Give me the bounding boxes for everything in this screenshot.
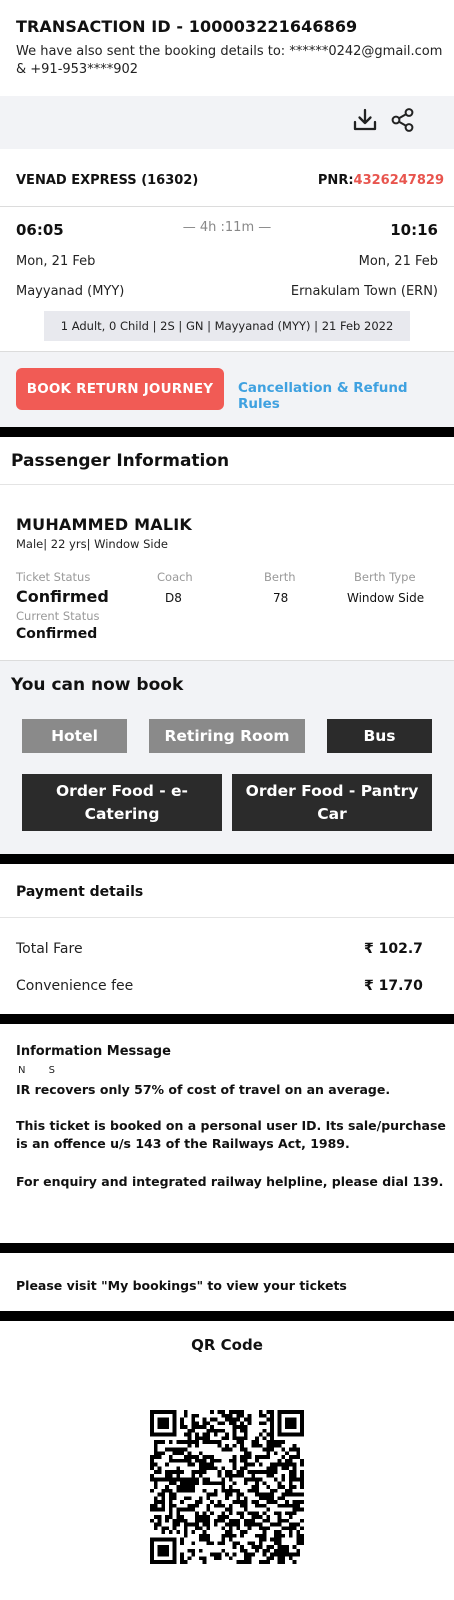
order-food-pantry-label: Order Food - Pantry Car (245, 781, 419, 823)
ticket-actions-bar (0, 96, 454, 149)
train-name: VENAD EXPRESS (16302) (16, 173, 199, 188)
arrival-station: Ernakulam Town (ERN) (290, 284, 438, 299)
qr-code-heading: QR Code (191, 1336, 263, 1354)
total-fare-label: Total Fare (16, 941, 83, 957)
booking-summary: 1 Adult, 0 Child | 2S | GN | Mayyanad (M… (44, 311, 410, 341)
current-status-label: Current Status (16, 609, 100, 623)
download-icon[interactable] (351, 106, 379, 134)
book-return-journey-button[interactable]: BOOK RETURN JOURNEY (16, 368, 224, 410)
train-header: VENAD EXPRESS (16302) PNR:4326247829 (0, 149, 454, 207)
order-food-pantry-button[interactable]: Order Food - Pantry Car (232, 774, 432, 831)
arrival-date: Mon, 21 Feb (358, 254, 438, 269)
bus-button[interactable]: Bus (327, 719, 432, 753)
passenger-name: MUHAMMED MALIK (16, 515, 192, 534)
section-divider (0, 854, 454, 864)
convenience-fee-label: Convenience fee (16, 978, 134, 994)
book-more-heading: You can now book (11, 675, 184, 695)
booking-contact-note: We have also sent the booking details to… (16, 44, 443, 77)
journey-duration: — 4h :11m — (182, 220, 272, 235)
arrival-time: 10:16 (390, 221, 438, 239)
hotel-button[interactable]: Hotel (22, 719, 127, 753)
info-message-line: This ticket is booked on a personal user… (16, 1118, 446, 1151)
my-bookings-note: Please visit "My bookings" to view your … (16, 1278, 347, 1293)
section-divider (0, 1311, 454, 1321)
order-food-ecatering-button[interactable]: Order Food - e-Catering (22, 774, 222, 831)
convenience-fee-value: ₹ 17.70 (364, 978, 423, 994)
section-divider (0, 1243, 454, 1253)
pnr: PNR:4326247829 (318, 173, 444, 188)
cancellation-refund-link[interactable]: Cancellation & Refund Rules (238, 380, 454, 412)
book-more-section: You can now book Hotel Retiring Room Bus… (0, 660, 454, 854)
transaction-title: TRANSACTION ID - 100003221646869 (16, 17, 358, 36)
berth-label: Berth (264, 570, 296, 584)
info-ns-marks: N S (18, 1065, 56, 1076)
total-fare-value: ₹ 102.7 (364, 941, 423, 957)
berth-value: 78 (273, 591, 289, 605)
berth-type-label: Berth Type (354, 570, 416, 584)
journey-actions: BOOK RETURN JOURNEY Cancellation & Refun… (0, 351, 454, 427)
departure-date: Mon, 21 Feb (16, 254, 96, 269)
pnr-label: PNR: (317, 173, 354, 188)
passenger-meta: Male| 22 yrs| Window Side (16, 537, 168, 551)
ticket-status-value: Confirmed (16, 587, 109, 606)
coach-value: D8 (165, 591, 182, 605)
berth-type-value: Window Side (347, 591, 425, 605)
share-icon[interactable] (389, 106, 417, 134)
retiring-room-button[interactable]: Retiring Room (149, 719, 305, 753)
current-status-value: Confirmed (16, 626, 98, 642)
ticket-status-label: Ticket Status (16, 570, 91, 584)
section-divider (0, 427, 454, 437)
divider (0, 484, 454, 485)
divider (0, 917, 454, 918)
payment-heading: Payment details (16, 884, 144, 900)
departure-station: Mayyanad (MYY) (16, 284, 125, 299)
info-message-heading: Information Message (16, 1044, 171, 1059)
coach-label: Coach (157, 570, 193, 584)
order-food-ecatering-label: Order Food - e-Catering (56, 781, 188, 823)
section-divider (0, 1014, 454, 1024)
pnr-number: 4326247829 (353, 173, 444, 188)
info-message-line: For enquiry and integrated railway helpl… (16, 1174, 444, 1189)
info-message-line: IR recovers only 57% of cost of travel o… (16, 1082, 391, 1097)
qr-code-image (150, 1410, 304, 1564)
passenger-info-heading: Passenger Information (11, 451, 230, 471)
